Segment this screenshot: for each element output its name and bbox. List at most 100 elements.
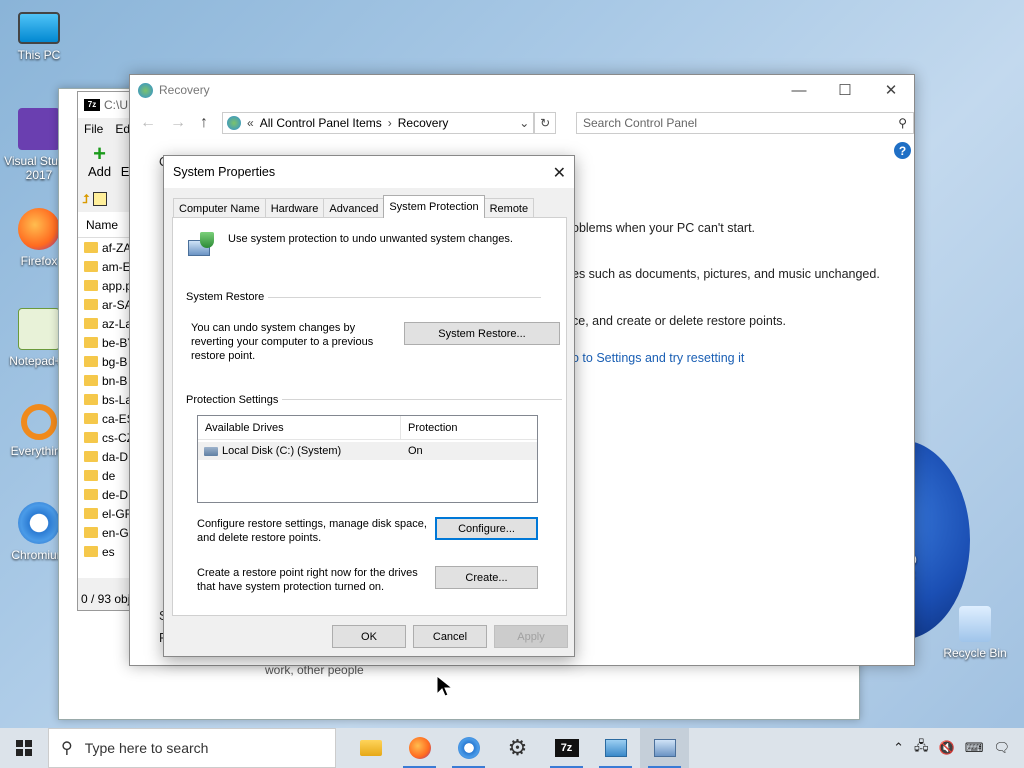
breadcrumb-all-items[interactable]: All Control Panel Items bbox=[260, 116, 382, 130]
folder-icon bbox=[84, 451, 98, 462]
up-arrow-icon[interactable]: ↑ bbox=[200, 114, 208, 132]
column-available-drives[interactable]: Available Drives bbox=[198, 416, 401, 439]
list-item[interactable]: af-ZA bbox=[78, 238, 136, 257]
tab-remote[interactable]: Remote bbox=[483, 198, 535, 218]
tab-system-protection[interactable]: System Protection bbox=[383, 195, 485, 218]
column-protection[interactable]: Protection bbox=[401, 422, 458, 434]
7zip-icon: 7z bbox=[84, 99, 100, 111]
column-header-name[interactable]: Name bbox=[78, 212, 136, 238]
monitor-icon bbox=[18, 12, 60, 44]
list-item[interactable]: ca-ES bbox=[78, 409, 136, 428]
up-folder-icon[interactable]: ⮥ bbox=[82, 192, 89, 207]
list-item[interactable]: am-E bbox=[78, 257, 136, 276]
create-button[interactable]: Create... bbox=[435, 566, 538, 589]
drives-list[interactable]: Available Drives Protection Local Disk (… bbox=[197, 415, 538, 503]
help-icon[interactable]: ? bbox=[894, 142, 911, 159]
chromium-icon bbox=[18, 502, 60, 544]
tab-computer-name[interactable]: Computer Name bbox=[173, 198, 266, 218]
breadcrumb-overflow-icon[interactable]: « bbox=[247, 116, 254, 130]
desktop-icon-this-pc[interactable]: This PC bbox=[3, 12, 75, 62]
system-restore-button[interactable]: System Restore... bbox=[404, 322, 560, 345]
create-description: Create a restore point right now for the… bbox=[197, 567, 418, 593]
dialog-titlebar: System Properties bbox=[164, 156, 574, 188]
search-input[interactable]: Search Control Panel ⚲ bbox=[576, 112, 914, 134]
gear-icon: ⚙ bbox=[507, 735, 528, 760]
reset-pc-link[interactable]: o to Settings and try resetting it bbox=[572, 351, 744, 365]
7zip-toolbar: + Add E bbox=[88, 141, 130, 180]
taskbar-settings[interactable]: ⚙ bbox=[493, 728, 542, 768]
tab-hardware[interactable]: Hardware bbox=[264, 198, 325, 218]
folder-icon bbox=[84, 527, 98, 538]
taskbar-firefox[interactable] bbox=[395, 728, 444, 768]
drive-row[interactable]: Local Disk (C:) (System) On bbox=[198, 442, 537, 460]
notification-icon[interactable]: 🗨 bbox=[993, 740, 1010, 756]
address-bar[interactable]: « All Control Panel Items › Recovery ⌄ bbox=[222, 112, 535, 134]
tab-strip: Computer Name Hardware Advanced System P… bbox=[173, 195, 535, 218]
refresh-icon[interactable]: ↻ bbox=[534, 112, 556, 134]
forward-arrow-icon[interactable]: → bbox=[170, 114, 186, 132]
desktop-icon-recycle-bin[interactable]: Recycle Bin bbox=[939, 606, 1011, 660]
recovery-line-2: es such as documents, pictures, and musi… bbox=[572, 267, 880, 281]
network-icon[interactable]: 🖧 bbox=[914, 737, 929, 759]
taskbar-search-box[interactable]: ⚲ Type here to search bbox=[48, 728, 336, 768]
list-item[interactable]: cs-CZ bbox=[78, 428, 136, 447]
list-item[interactable]: bg-B bbox=[78, 352, 136, 371]
list-item[interactable]: be-BY bbox=[78, 333, 136, 352]
add-button[interactable]: + Add bbox=[88, 143, 111, 180]
taskbar-file-explorer[interactable] bbox=[346, 728, 395, 768]
folder-icon bbox=[84, 413, 98, 424]
list-item[interactable]: en-G bbox=[78, 523, 136, 542]
system-protection-panel: Use system protection to undo unwanted s… bbox=[172, 217, 567, 616]
volume-muted-icon[interactable]: 🔇 bbox=[939, 740, 955, 756]
system-restore-description: You can undo system changes by reverting… bbox=[191, 322, 374, 362]
chevron-right-icon[interactable]: › bbox=[388, 116, 392, 130]
list-item[interactable]: de bbox=[78, 466, 136, 485]
folder-icon bbox=[84, 394, 98, 405]
cancel-button[interactable]: Cancel bbox=[413, 625, 487, 648]
breadcrumb-recovery[interactable]: Recovery bbox=[398, 116, 449, 130]
dialog-title: System Properties bbox=[173, 165, 276, 179]
search-icon: ⚲ bbox=[898, 116, 907, 130]
windows-logo-icon bbox=[16, 740, 32, 756]
minimize-button[interactable]: — bbox=[776, 75, 822, 105]
close-button[interactable]: ✕ bbox=[868, 75, 914, 105]
taskbar-system-properties[interactable] bbox=[640, 728, 689, 768]
intro-row: Use system protection to undo unwanted s… bbox=[186, 230, 513, 262]
list-item[interactable]: el-GR bbox=[78, 504, 136, 523]
system-properties-dialog[interactable]: System Properties ✕ Computer Name Hardwa… bbox=[163, 155, 575, 657]
dialog-close-button[interactable]: ✕ bbox=[553, 163, 566, 183]
taskbar: ⚲ Type here to search ⚙ 7z ⌃ 🖧 🔇 ⌨ 🗨 bbox=[0, 728, 1024, 768]
drives-header: Available Drives Protection bbox=[198, 416, 537, 440]
folder-icon bbox=[84, 432, 98, 443]
list-item[interactable]: az-La bbox=[78, 314, 136, 333]
list-item[interactable]: de-D bbox=[78, 485, 136, 504]
taskbar-7zip[interactable]: 7z bbox=[542, 728, 591, 768]
7zip-file-list[interactable]: af-ZA am-E app.p ar-SA az-La be-BY bg-B bn-B bs-… bbox=[78, 238, 136, 578]
menu-file[interactable]: File bbox=[84, 122, 103, 136]
7zip-window[interactable]: 7z C:\U File Ed + Add E ⮥ Name af-ZA am-E… bbox=[77, 91, 137, 611]
menu-edit[interactable]: Ed bbox=[115, 122, 130, 136]
list-item[interactable]: es bbox=[78, 542, 136, 561]
taskbar-chromium[interactable] bbox=[444, 728, 493, 768]
back-arrow-icon[interactable]: ← bbox=[140, 114, 156, 132]
list-item[interactable]: bn-B bbox=[78, 371, 136, 390]
list-item[interactable]: da-D bbox=[78, 447, 136, 466]
navigation-bar: ← → ↑ « All Control Panel Items › Recove… bbox=[130, 105, 914, 141]
7zip-status-bar: 0 / 93 obj bbox=[78, 588, 136, 610]
list-item[interactable]: app.p bbox=[78, 276, 136, 295]
taskbar-control-panel[interactable] bbox=[591, 728, 640, 768]
configure-description: Configure restore settings, manage disk … bbox=[197, 518, 427, 544]
ok-button[interactable]: OK bbox=[332, 625, 406, 648]
maximize-button[interactable]: ☐ bbox=[822, 75, 868, 105]
apply-button: Apply bbox=[494, 625, 568, 648]
configure-button[interactable]: Configure... bbox=[435, 517, 538, 540]
tab-advanced[interactable]: Advanced bbox=[323, 198, 385, 218]
7zip-titlebar: 7z C:\U bbox=[78, 92, 136, 118]
start-button[interactable] bbox=[0, 728, 48, 768]
list-item[interactable]: ar-SA bbox=[78, 295, 136, 314]
chevron-up-icon[interactable]: ⌃ bbox=[893, 740, 904, 756]
list-item[interactable]: bs-La bbox=[78, 390, 136, 409]
keyboard-icon[interactable]: ⌨ bbox=[965, 740, 984, 756]
folder-icon bbox=[84, 356, 98, 367]
chevron-down-icon[interactable]: ⌄ bbox=[519, 116, 529, 130]
